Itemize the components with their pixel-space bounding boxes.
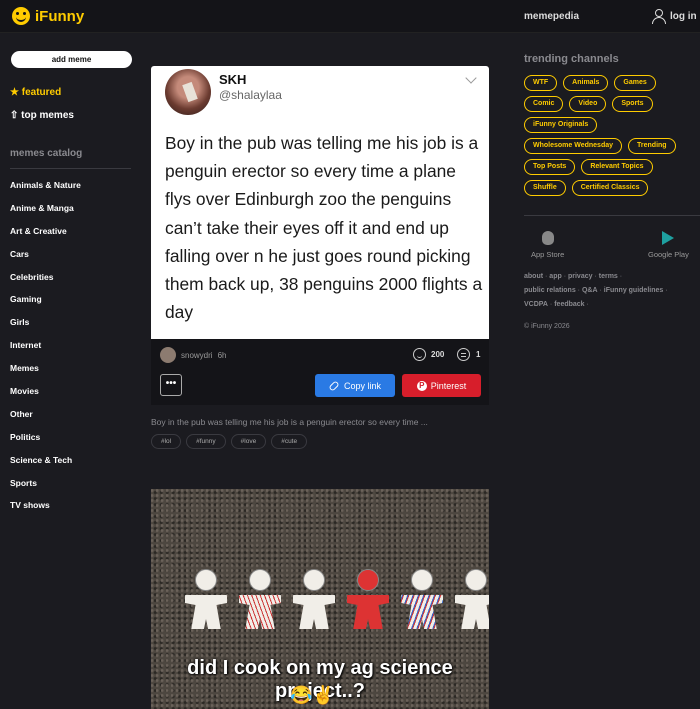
more-options-button[interactable]: •••: [160, 374, 182, 396]
catalog-item[interactable]: Girls: [10, 317, 81, 340]
catalog-item[interactable]: Animals & Nature: [10, 180, 81, 203]
tag-chip[interactable]: #love: [230, 434, 267, 449]
footer-links: about · app · privacy · terms · public r…: [524, 273, 668, 308]
comment-icon[interactable]: [457, 348, 470, 361]
logo-text: iFunny: [35, 7, 85, 25]
footer-link[interactable]: terms: [599, 273, 618, 280]
footer-link[interactable]: feedback: [554, 301, 584, 308]
catalog-item[interactable]: Other: [10, 409, 81, 432]
gingerbread-figures: [181, 569, 489, 629]
add-meme-button[interactable]: add meme: [11, 51, 132, 68]
paper-figure: [343, 569, 393, 629]
chevron-down-icon: [465, 72, 477, 84]
memepedia-link[interactable]: memepedia: [524, 11, 579, 22]
pinterest-button[interactable]: P Pinterest: [402, 374, 481, 397]
channel-chip[interactable]: Wholesome Wednesday: [524, 138, 623, 154]
catalog-item[interactable]: Celebrities: [10, 272, 81, 295]
paper-figure: [181, 569, 231, 629]
channel-chip[interactable]: Certified Classics: [571, 180, 649, 196]
channel-chip[interactable]: WTF: [524, 75, 558, 91]
catalog-item[interactable]: Movies: [10, 386, 81, 409]
footer-link[interactable]: VCDPA: [524, 301, 548, 308]
nav-featured[interactable]: ★ featured: [10, 87, 61, 98]
catalog-item[interactable]: TV shows: [10, 500, 81, 523]
paper-figure: [235, 569, 285, 629]
catalog-title: memes catalog: [10, 148, 83, 159]
tweet-text: Boy in the pub was telling me his job is…: [165, 133, 483, 323]
copy-link-button[interactable]: Copy link: [315, 374, 395, 397]
app-store-link[interactable]: App Store: [531, 231, 564, 259]
catalog-item[interactable]: Gaming: [10, 294, 81, 317]
paper-figure: [397, 569, 447, 629]
login-label: log in: [670, 10, 697, 22]
catalog-item[interactable]: Cars: [10, 249, 81, 272]
copy-link-label: Copy link: [343, 380, 381, 391]
google-play-link[interactable]: Google Play: [648, 231, 689, 259]
link-icon: [328, 379, 340, 392]
trending-title: trending channels: [524, 53, 619, 65]
paper-figure: [289, 569, 339, 629]
divider: [524, 215, 700, 216]
catalog-item[interactable]: Sports: [10, 478, 81, 501]
login-button[interactable]: log in: [652, 9, 697, 24]
google-play-label: Google Play: [648, 250, 689, 259]
meme-emoji: 😂✌️: [290, 685, 335, 705]
author-name: snowydri: [181, 350, 213, 360]
post-author[interactable]: snowydri 6h: [160, 347, 226, 363]
footer-link[interactable]: about: [524, 273, 543, 280]
play-store-icon: [662, 231, 675, 245]
catalog-list: Animals & Nature Anime & Manga Art & Cre…: [10, 180, 81, 523]
channel-chip[interactable]: Shuffle: [524, 180, 566, 196]
post-time: 6h: [217, 350, 227, 360]
footer-link[interactable]: app: [549, 273, 561, 280]
top-bar: iFunny memepedia log in: [0, 0, 700, 33]
post-caption[interactable]: Boy in the pub was telling me his job is…: [151, 417, 428, 427]
trending-channels: WTF Animals Games Comic Video Sports iFu…: [524, 75, 690, 196]
channel-chip[interactable]: Top Posts: [524, 159, 576, 175]
tweet-name: SKH: [219, 72, 247, 87]
post-footer: snowydri 6h 200 1 ••• Copy link P Pinter…: [151, 339, 489, 405]
channel-chip[interactable]: Video: [569, 96, 607, 112]
channel-chip[interactable]: Games: [614, 75, 656, 91]
tag-chip[interactable]: #cute: [271, 434, 308, 449]
footer-link[interactable]: public relations: [524, 287, 576, 294]
meme-image[interactable]: did I cook on my ag science project..? 😂…: [151, 489, 489, 709]
tag-chip[interactable]: #lol: [151, 434, 182, 449]
catalog-item[interactable]: Internet: [10, 340, 81, 363]
author-avatar: [160, 347, 176, 363]
comment-count: 1: [476, 350, 481, 359]
smile-count: 200: [431, 350, 445, 359]
channel-chip[interactable]: Sports: [612, 96, 653, 112]
footer-link[interactable]: privacy: [568, 273, 593, 280]
catalog-item[interactable]: Science & Tech: [10, 455, 81, 478]
catalog-item[interactable]: Art & Creative: [10, 226, 81, 249]
nav-top-memes[interactable]: ⇧ top memes: [10, 110, 74, 121]
pinterest-label: Pinterest: [430, 380, 467, 391]
tweet-avatar: [165, 69, 211, 115]
logo[interactable]: iFunny: [12, 7, 84, 25]
channel-chip[interactable]: iFunny Originals: [524, 117, 598, 133]
user-icon: [652, 9, 666, 24]
tag-chip[interactable]: #funny: [186, 434, 226, 449]
channel-chip[interactable]: Trending: [628, 138, 676, 154]
catalog-item[interactable]: Politics: [10, 432, 81, 455]
channel-chip[interactable]: Animals: [563, 75, 609, 91]
apple-icon: [541, 231, 554, 245]
copyright: © iFunny 2026: [524, 323, 570, 330]
catalog-item[interactable]: Anime & Manga: [10, 203, 81, 226]
footer-link[interactable]: Q&A: [582, 287, 598, 294]
channel-chip[interactable]: Comic: [524, 96, 564, 112]
catalog-item[interactable]: Memes: [10, 363, 81, 386]
pinterest-icon: P: [416, 380, 427, 391]
post-card[interactable]: SKH @shalaylaa Boy in the pub was tellin…: [151, 66, 489, 405]
app-store-label: App Store: [531, 250, 565, 259]
footer-link[interactable]: iFunny guidelines: [604, 287, 664, 294]
tweet-handle: @shalaylaa: [219, 88, 282, 102]
divider: [10, 168, 131, 169]
smile-icon[interactable]: [413, 348, 426, 361]
smiley-logo-icon: [12, 7, 30, 25]
channel-chip[interactable]: Relevant Topics: [581, 159, 653, 175]
paper-figure: [451, 569, 489, 629]
tag-list: #lol #funny #love #cute: [151, 434, 308, 449]
